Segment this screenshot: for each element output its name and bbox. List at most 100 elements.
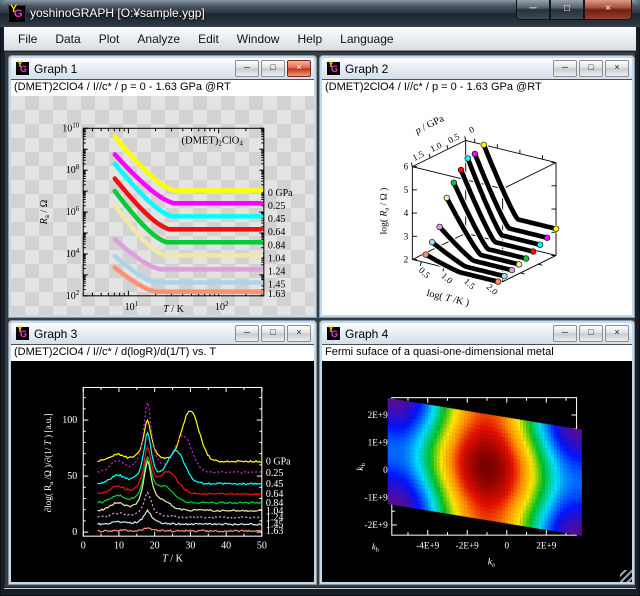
graph2-window-name: Graph 2 <box>345 62 553 76</box>
graph2-window[interactable]: Y G Graph 2 ─ □ × (DMET)2ClO4 / I//c* / … <box>319 55 635 318</box>
graph4-titlebar[interactable]: Y G Graph 4 ─ □ × <box>322 323 632 344</box>
graph-window-icon: Y G <box>327 62 340 75</box>
svg-text:0: 0 <box>72 527 77 538</box>
menu-plot[interactable]: Plot <box>91 30 128 48</box>
menu-edit[interactable]: Edit <box>190 30 227 48</box>
svg-text:-2E+9: -2E+9 <box>456 540 480 550</box>
svg-text:1.24: 1.24 <box>268 267 286 278</box>
svg-text:kb: kb <box>372 541 379 553</box>
svg-text:10: 10 <box>114 540 124 551</box>
svg-text:1.04: 1.04 <box>268 254 286 265</box>
svg-text:30: 30 <box>185 540 195 551</box>
svg-text:∂log( Ra /Ω )/∂(1/ T ) [a.u.]: ∂log( Ra /Ω )/∂(1/ T ) [a.u.] <box>43 413 55 512</box>
graph3-window[interactable]: Y G Graph 3 ─ □ × (DMET)2ClO4 / I//c* / … <box>8 320 317 585</box>
svg-text:T / K: T / K <box>163 304 184 315</box>
svg-text:p / GPa: p / GPa <box>413 113 447 137</box>
menu-help[interactable]: Help <box>289 30 330 48</box>
graph1-titlebar[interactable]: Y G Graph 1 ─ □ × <box>11 58 314 79</box>
svg-text:100: 100 <box>62 415 77 426</box>
svg-text:2: 2 <box>404 255 409 265</box>
graph3-titlebar[interactable]: Y G Graph 3 ─ □ × <box>11 323 314 344</box>
svg-text:1010: 1010 <box>62 121 80 134</box>
graph4-controls: ─ □ × <box>553 325 629 342</box>
graph1-plot: 1011021021041061081010T / KRa / Ω(DMET)2… <box>11 96 314 315</box>
svg-text:-1E+9: -1E+9 <box>365 493 389 503</box>
graph1-close-button[interactable]: × <box>287 60 311 77</box>
graph2-close-button[interactable]: × <box>605 60 629 77</box>
graph4-title-text: Fermi suface of a quasi-one-dimensional … <box>322 344 632 362</box>
svg-text:0.25: 0.25 <box>266 468 284 479</box>
graph3-title-text: (DMET)2ClO4 / I//c* / d(logR)/d(1/T) vs.… <box>11 344 314 362</box>
svg-text:1.63: 1.63 <box>266 526 284 537</box>
graph3-controls: ─ □ × <box>235 325 311 342</box>
svg-text:0.5: 0.5 <box>417 265 433 280</box>
minimize-button[interactable]: ─ <box>516 0 550 20</box>
svg-text:102: 102 <box>66 289 80 302</box>
svg-text:106: 106 <box>66 205 80 218</box>
svg-text:log( T /K ): log( T /K ) <box>425 288 470 309</box>
maximize-button[interactable]: □ <box>550 0 584 20</box>
svg-text:-4E+9: -4E+9 <box>416 540 440 550</box>
menu-language[interactable]: Language <box>332 30 401 48</box>
svg-text:2E+9: 2E+9 <box>368 410 388 420</box>
graph4-minimize-button[interactable]: ─ <box>553 325 577 342</box>
graph1-minimize-button[interactable]: ─ <box>235 60 259 77</box>
graph2-titlebar[interactable]: Y G Graph 2 ─ □ × <box>322 58 632 79</box>
menu-analyze[interactable]: Analyze <box>129 30 188 48</box>
graph4-restore-button[interactable]: □ <box>579 325 603 342</box>
svg-text:108: 108 <box>66 163 80 176</box>
svg-text:1.0: 1.0 <box>439 271 455 286</box>
app-icon-g: G <box>14 8 23 20</box>
graph4-window[interactable]: Y G Graph 4 ─ □ × Fermi suface of a quas… <box>319 320 635 585</box>
graph3-plot-area: 01020304050050100T / K∂log( Ra /Ω )/∂(1/… <box>11 361 314 582</box>
menu-window[interactable]: Window <box>229 30 288 48</box>
svg-text:Ra / Ω: Ra / Ω <box>39 200 51 226</box>
menu-file[interactable]: File <box>10 30 45 48</box>
graph3-close-button[interactable]: × <box>287 325 311 342</box>
main-titlebar[interactable]: Y G yoshinoGRAPH [O:¥sample.ygp] ─ □ × <box>0 0 640 27</box>
window-controls: ─ □ × <box>516 0 632 20</box>
graph-icon-g: G <box>20 64 27 74</box>
graph1-window[interactable]: Y G Graph 1 ─ □ × (DMET)2ClO4 / I//c* / … <box>8 55 317 318</box>
svg-text:50: 50 <box>257 540 267 551</box>
svg-text:-2E+9: -2E+9 <box>365 520 389 530</box>
svg-text:0 GPa: 0 GPa <box>268 188 293 199</box>
svg-text:4: 4 <box>404 208 409 218</box>
graph-window-icon: Y G <box>16 62 29 75</box>
graph3-restore-button[interactable]: □ <box>261 325 285 342</box>
svg-text:101: 101 <box>125 300 139 313</box>
graph4-close-button[interactable]: × <box>605 325 629 342</box>
svg-text:5: 5 <box>404 185 409 195</box>
graph4-plot: -4E+9-2E+902E+92E+91E+90-1E+9-2E+9kakbkb <box>322 361 632 582</box>
graph1-restore-button[interactable]: □ <box>261 60 285 77</box>
svg-text:ka: ka <box>488 557 495 569</box>
close-button[interactable]: × <box>584 0 632 20</box>
svg-text:0: 0 <box>467 124 476 135</box>
graph-window-icon: Y G <box>16 327 29 340</box>
graph3-minimize-button[interactable]: ─ <box>235 325 259 342</box>
graph2-minimize-button[interactable]: ─ <box>553 60 577 77</box>
resize-grip[interactable] <box>620 570 632 582</box>
svg-text:2E+9: 2E+9 <box>536 540 556 550</box>
graph3-plot: 01020304050050100T / K∂log( Ra /Ω )/∂(1/… <box>11 361 314 582</box>
app-icon: Y G <box>8 5 26 23</box>
svg-text:kb: kb <box>355 462 367 470</box>
graph-window-icon: Y G <box>327 327 340 340</box>
mdi-workspace: Y G Graph 1 ─ □ × (DMET)2ClO4 / I//c* / … <box>4 51 636 588</box>
graph1-window-name: Graph 1 <box>34 62 235 76</box>
svg-text:(DMET)2ClO4: (DMET)2ClO4 <box>182 135 244 147</box>
svg-text:0.84: 0.84 <box>268 240 286 251</box>
svg-text:0: 0 <box>383 465 388 475</box>
svg-text:0: 0 <box>504 540 509 550</box>
graph2-title-text: (DMET)2ClO4 / I//c* / p = 0 - 1.63 GPa @… <box>322 79 632 97</box>
graph1-title-text: (DMET)2ClO4 / I//c* / p = 0 - 1.63 GPa @… <box>11 79 314 97</box>
svg-text:50: 50 <box>67 471 77 482</box>
graph2-plot: 2345600.51.01.5p / GPa0.51.01.52.0log( T… <box>322 96 632 315</box>
svg-text:0: 0 <box>81 540 86 551</box>
graph2-restore-button[interactable]: □ <box>579 60 603 77</box>
svg-text:T / K: T / K <box>162 554 183 565</box>
menu-data[interactable]: Data <box>47 30 88 48</box>
svg-text:6: 6 <box>404 162 409 172</box>
graph2-plot-area: 2345600.51.01.5p / GPa0.51.01.52.0log( T… <box>322 96 632 315</box>
svg-text:0.45: 0.45 <box>268 214 286 225</box>
